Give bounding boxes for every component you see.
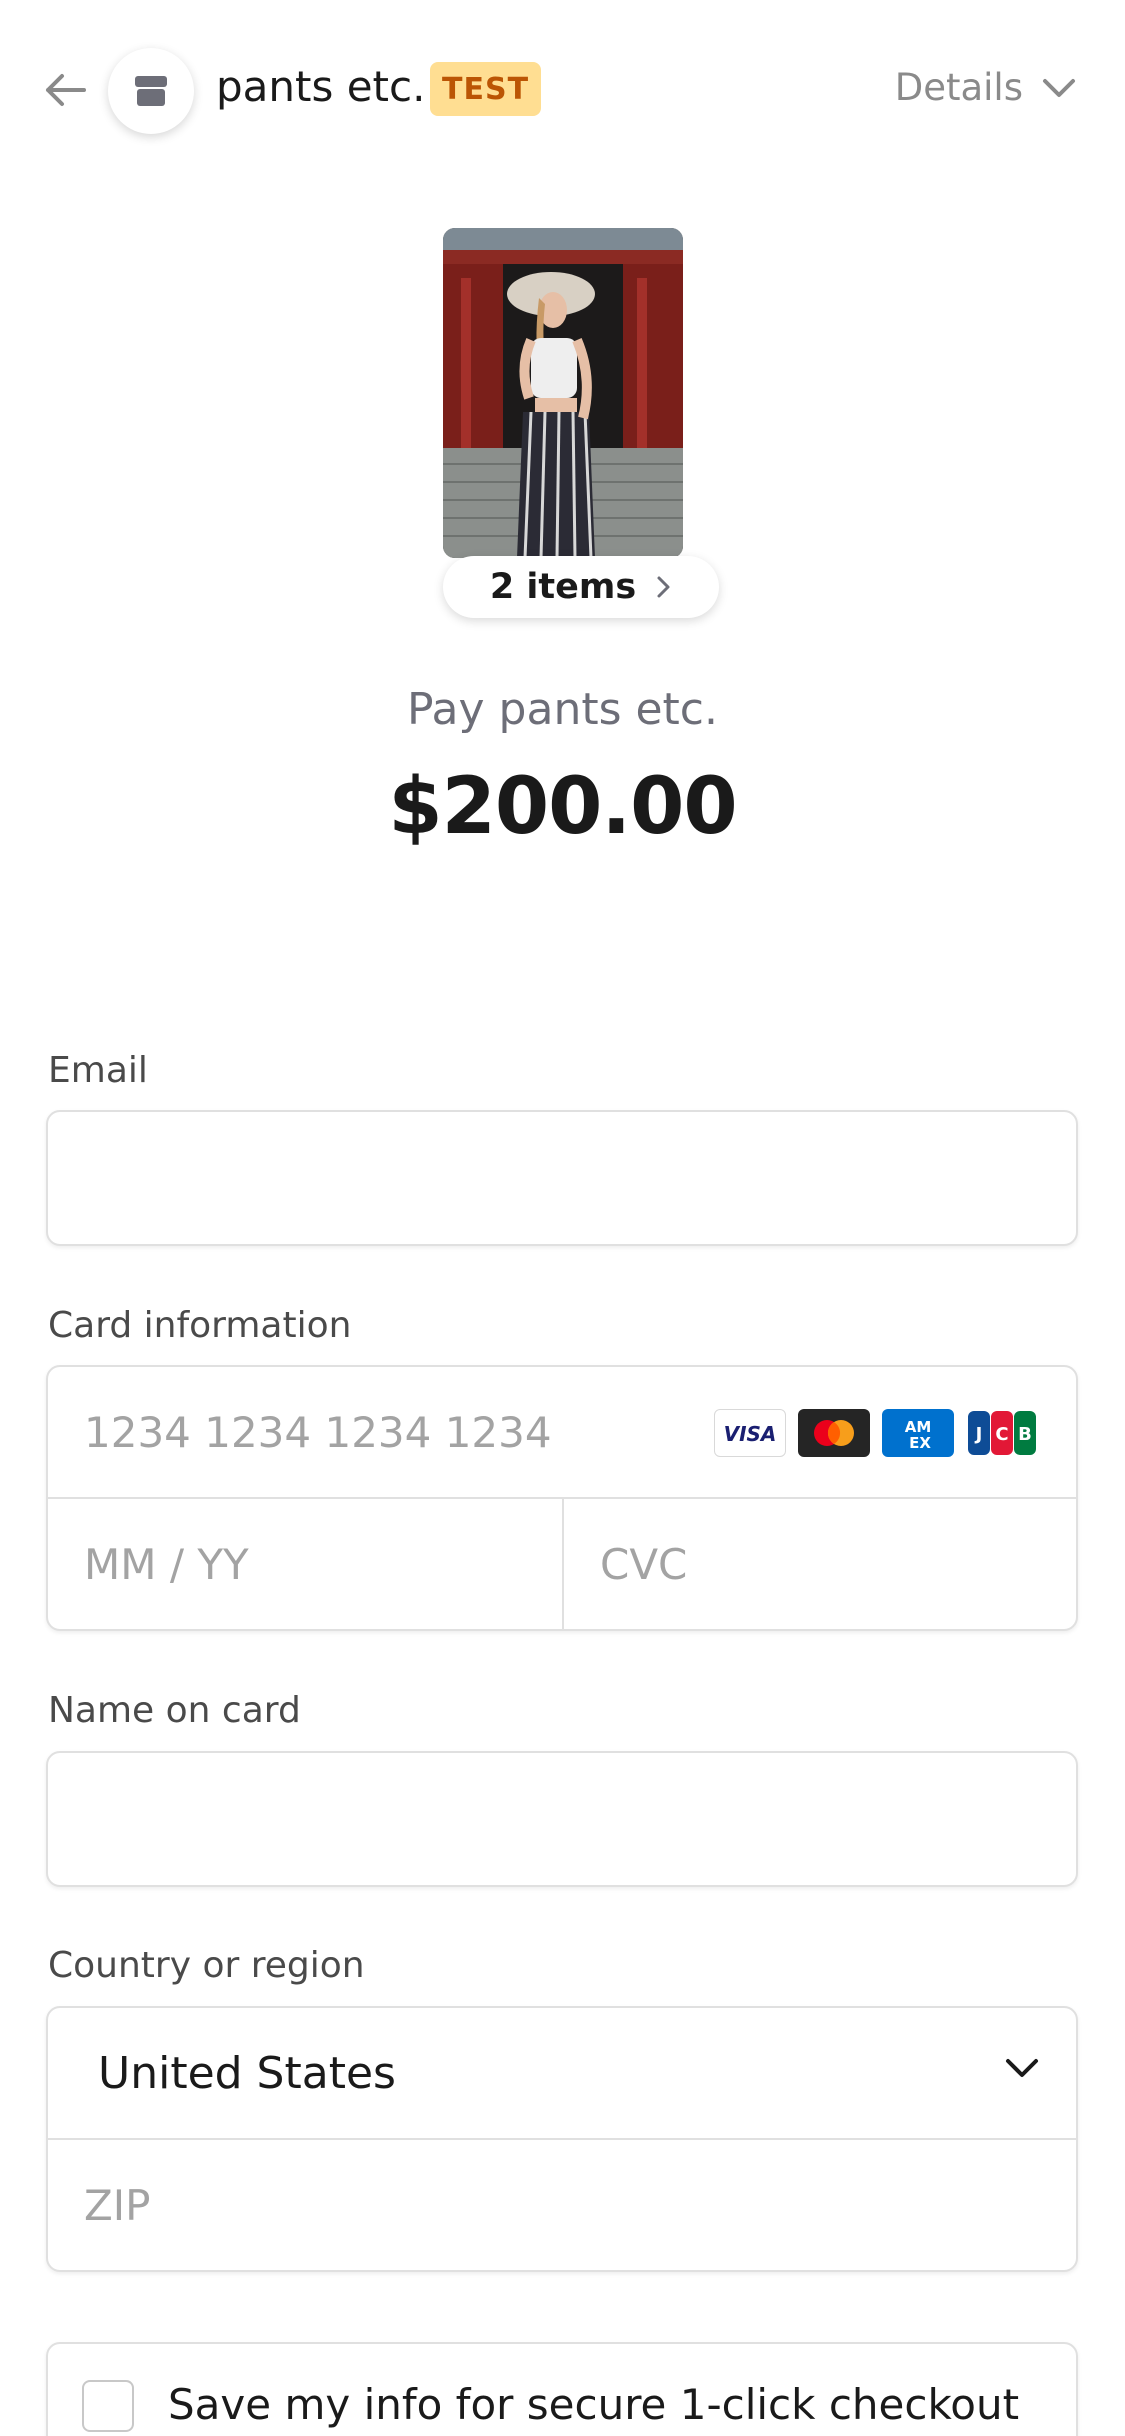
jcb-icon: J C B [966,1409,1038,1457]
country-selected-value: United States [98,2047,396,2099]
store-name: pants etc. [216,62,426,111]
card-information-group: VISA AM EX [46,1365,1078,1631]
total-amount: $200.00 [388,762,737,852]
svg-text:C: C [995,1424,1008,1445]
amex-icon: AM EX [882,1409,954,1457]
expiry-field[interactable] [48,1499,562,1629]
email-label: Email [48,1050,148,1091]
svg-text:B: B [1018,1424,1032,1445]
pay-merchant-label: Pay pants etc. [407,684,718,735]
test-mode-badge: TEST [430,62,542,116]
email-field-container [46,1110,1078,1246]
country-zip-group: United States [46,2006,1078,2272]
name-on-card-container [46,1751,1078,1887]
zip-field[interactable] [48,2140,1076,2270]
save-info-label[interactable]: Save my info for secure 1-click checkout [168,2380,1019,2429]
mastercard-icon [798,1409,870,1457]
card-brands: VISA AM EX J C B [714,1409,1038,1457]
chevron-right-icon [657,576,670,598]
items-summary-button[interactable]: 2 items [443,556,719,618]
store-icon [108,48,194,134]
visa-icon: VISA [714,1409,786,1457]
name-on-card-field[interactable] [48,1753,1076,1885]
card-information-label: Card information [48,1305,352,1346]
email-field[interactable] [48,1112,1076,1244]
chevron-down-icon [1006,2059,1038,2077]
save-info-checkbox[interactable] [82,2380,134,2432]
svg-text:VISA: VISA [724,1422,777,1446]
details-label: Details [894,66,1023,109]
svg-text:EX: EX [909,1434,931,1452]
back-arrow-icon[interactable] [40,70,90,110]
product-image [443,228,683,558]
cvc-field[interactable] [564,1499,1076,1629]
country-label: Country or region [48,1945,365,1986]
details-toggle[interactable]: Details [895,66,1077,109]
name-on-card-label: Name on card [48,1690,301,1731]
country-select[interactable]: United States [48,2008,1076,2138]
svg-text:J: J [974,1424,983,1445]
items-count-label: 2 items [489,567,637,607]
chevron-down-icon [1043,78,1075,97]
